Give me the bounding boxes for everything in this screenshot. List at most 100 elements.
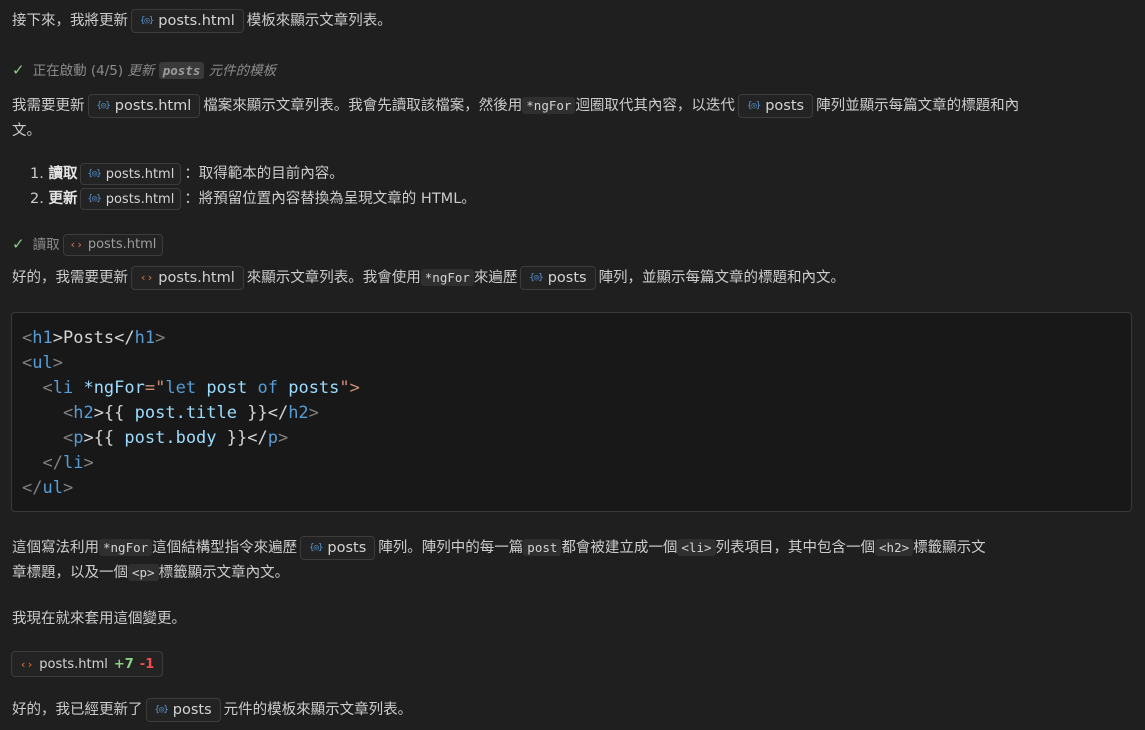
- step-action: 更新: [48, 191, 78, 207]
- intro-message: 接下來，我將更新 {◎} posts.html 模板來顯示文章列表。: [12, 8, 392, 34]
- step-number: 1.: [30, 166, 44, 182]
- token: p: [73, 428, 84, 448]
- text: 迴圈取代其內容，以迭代: [575, 98, 735, 114]
- token: >: [155, 328, 166, 348]
- html-file-icon: ‹›: [69, 238, 83, 251]
- token: >: [277, 428, 289, 448]
- text: 來顯示文章列表。我會使用: [246, 270, 421, 286]
- text: 元件的模板來顯示文章列表。: [223, 702, 413, 718]
- token: h2: [288, 403, 309, 423]
- paragraph-explanation: 這個寫法利用 *ngFor 這個結構型指令來遍歷 {◎} posts 陣列。陣列中的每一篇…: [12, 535, 986, 561]
- token: of: [257, 378, 278, 398]
- token: posts: [277, 378, 340, 398]
- file-chip-posts-html[interactable]: {◎} posts.html: [80, 188, 182, 210]
- text: 章標題，以及一個: [12, 565, 128, 581]
- token: post.title: [134, 403, 237, 423]
- text: 陣列。陣列中的每一篇: [378, 540, 524, 556]
- token: </: [42, 453, 63, 473]
- code-line: </li>: [22, 451, 1121, 476]
- paragraph-done: 好的，我已經更新了 {◎} posts 元件的模板來顯示文章列表。: [12, 697, 412, 723]
- angular-file-icon: {◎}: [140, 16, 154, 26]
- inline-code: <p>: [128, 564, 159, 581]
- token: }}</: [216, 428, 268, 448]
- file-chip-label: posts.html: [105, 191, 175, 207]
- symbol-chip-label: posts: [172, 702, 212, 718]
- status-label: 讀取: [32, 237, 60, 253]
- symbol-chip-posts[interactable]: {◎} posts: [520, 266, 596, 290]
- diff-file-name: posts.html: [39, 656, 108, 672]
- text: 標籤顯示文: [913, 540, 986, 556]
- inline-code: *ngFor: [522, 97, 576, 114]
- text: 陣列並顯示每篇文章的標題和內: [816, 98, 1020, 114]
- inline-code: <h2>: [875, 539, 914, 556]
- code-line: <p>{{ post.body }}</p>: [22, 426, 1121, 451]
- file-chip-label: posts.html: [114, 98, 192, 114]
- file-chip-posts-html[interactable]: {◎} posts.html: [131, 9, 244, 33]
- token: h1: [134, 328, 156, 348]
- step-desc: ：取得範本的目前內容。: [184, 166, 344, 182]
- token: }}</: [237, 403, 289, 423]
- token: ">: [339, 378, 360, 398]
- html-file-icon: ‹›: [140, 271, 154, 284]
- token: <: [62, 403, 74, 423]
- text: 陣列，並顯示每篇文章的標題和內文。: [598, 270, 846, 286]
- code-line: <h2>{{ post.title }}</h2>: [22, 401, 1121, 426]
- text: 這個結構型指令來遍歷: [152, 540, 298, 556]
- token: <: [22, 353, 33, 373]
- inline-code: post: [523, 539, 562, 556]
- text: 檔案來顯示文章列表。我會先讀取該檔案，然後用: [203, 98, 523, 114]
- html-file-icon: ‹›: [20, 657, 34, 671]
- file-chip-label: posts.html: [158, 13, 235, 29]
- check-icon: ✓: [12, 61, 25, 79]
- symbol-chip-label: posts: [547, 270, 587, 286]
- token: li: [52, 378, 74, 398]
- code-block[interactable]: <h1>Posts</h1> <ul> <li *ngFor="let post…: [11, 312, 1132, 512]
- paragraph-apply: 我現在就來套用這個變更。: [12, 606, 186, 632]
- read-status[interactable]: ✓ 讀取 ‹› posts.html: [12, 231, 166, 258]
- token: ul: [32, 353, 53, 373]
- inline-code: *ngFor: [99, 539, 153, 556]
- lines-added: +7: [113, 656, 134, 672]
- step-number: 2.: [30, 191, 44, 207]
- list-item: 2. 更新 {◎} posts.html ：將預留位置內容替換為呈現文章的 HTML。: [30, 187, 476, 212]
- step-desc: ：將預留位置內容替換為呈現文章的 HTML。: [184, 191, 476, 207]
- code-line: </ul>: [22, 476, 1121, 501]
- file-chip-posts-html[interactable]: {◎} posts.html: [80, 163, 182, 185]
- token: >Posts</: [52, 328, 135, 348]
- file-diff-chip[interactable]: ‹› posts.html +7 -1: [11, 651, 164, 677]
- steps-list: 1. 讀取 {◎} posts.html ：取得範本的目前內容。 2. 更新 {◎} po…: [30, 162, 476, 212]
- token: >: [83, 453, 94, 473]
- paragraph-approach: 好的，我需要更新 ‹› posts.html 來顯示文章列表。我會使用 *ngFor 來遍…: [12, 265, 845, 291]
- code-line: <ul>: [22, 351, 1121, 376]
- text: 來遍歷: [473, 270, 518, 286]
- symbol-chip-label: posts: [327, 540, 367, 556]
- text: 我現在就來套用這個變更。: [12, 611, 186, 627]
- file-chip-posts-html[interactable]: ‹› posts.html: [131, 266, 244, 290]
- chat-panel: 接下來，我將更新 {◎} posts.html 模板來顯示文章列表。 ✓ 正在啟動 (4…: [0, 0, 1145, 730]
- token: </: [22, 478, 43, 498]
- symbol-chip-posts[interactable]: {◎} posts: [737, 94, 814, 118]
- token: post: [196, 378, 258, 398]
- text: 好的，我需要更新: [12, 270, 128, 286]
- file-chip-posts-html[interactable]: {◎} posts.html: [87, 94, 201, 118]
- token: >: [308, 403, 319, 423]
- step-action: 讀取: [48, 166, 78, 182]
- inline-code: *ngFor: [420, 269, 474, 286]
- token: let: [165, 378, 197, 398]
- symbol-chip-posts[interactable]: {◎} posts: [300, 536, 376, 560]
- token: *ngFor: [73, 378, 145, 398]
- symbol-chip-label: posts: [765, 98, 805, 114]
- intro-text-after: 模板來顯示文章列表。: [246, 13, 392, 29]
- token: >{{: [93, 403, 135, 423]
- file-chip-posts-html[interactable]: ‹› posts.html: [62, 234, 164, 256]
- token: h1: [32, 328, 53, 348]
- code-line: <h1>Posts</h1>: [22, 326, 1121, 351]
- code-line: <li *ngFor="let post of posts">: [22, 376, 1121, 401]
- text: 好的，我已經更新了: [12, 702, 143, 718]
- progress-status[interactable]: ✓ 正在啟動 (4/5) 更新 posts 元件的模板: [12, 57, 276, 84]
- angular-file-icon: {◎}: [87, 193, 101, 204]
- intro-text: 接下來，我將更新: [12, 13, 128, 29]
- symbol-chip-posts[interactable]: {◎} posts: [145, 698, 221, 722]
